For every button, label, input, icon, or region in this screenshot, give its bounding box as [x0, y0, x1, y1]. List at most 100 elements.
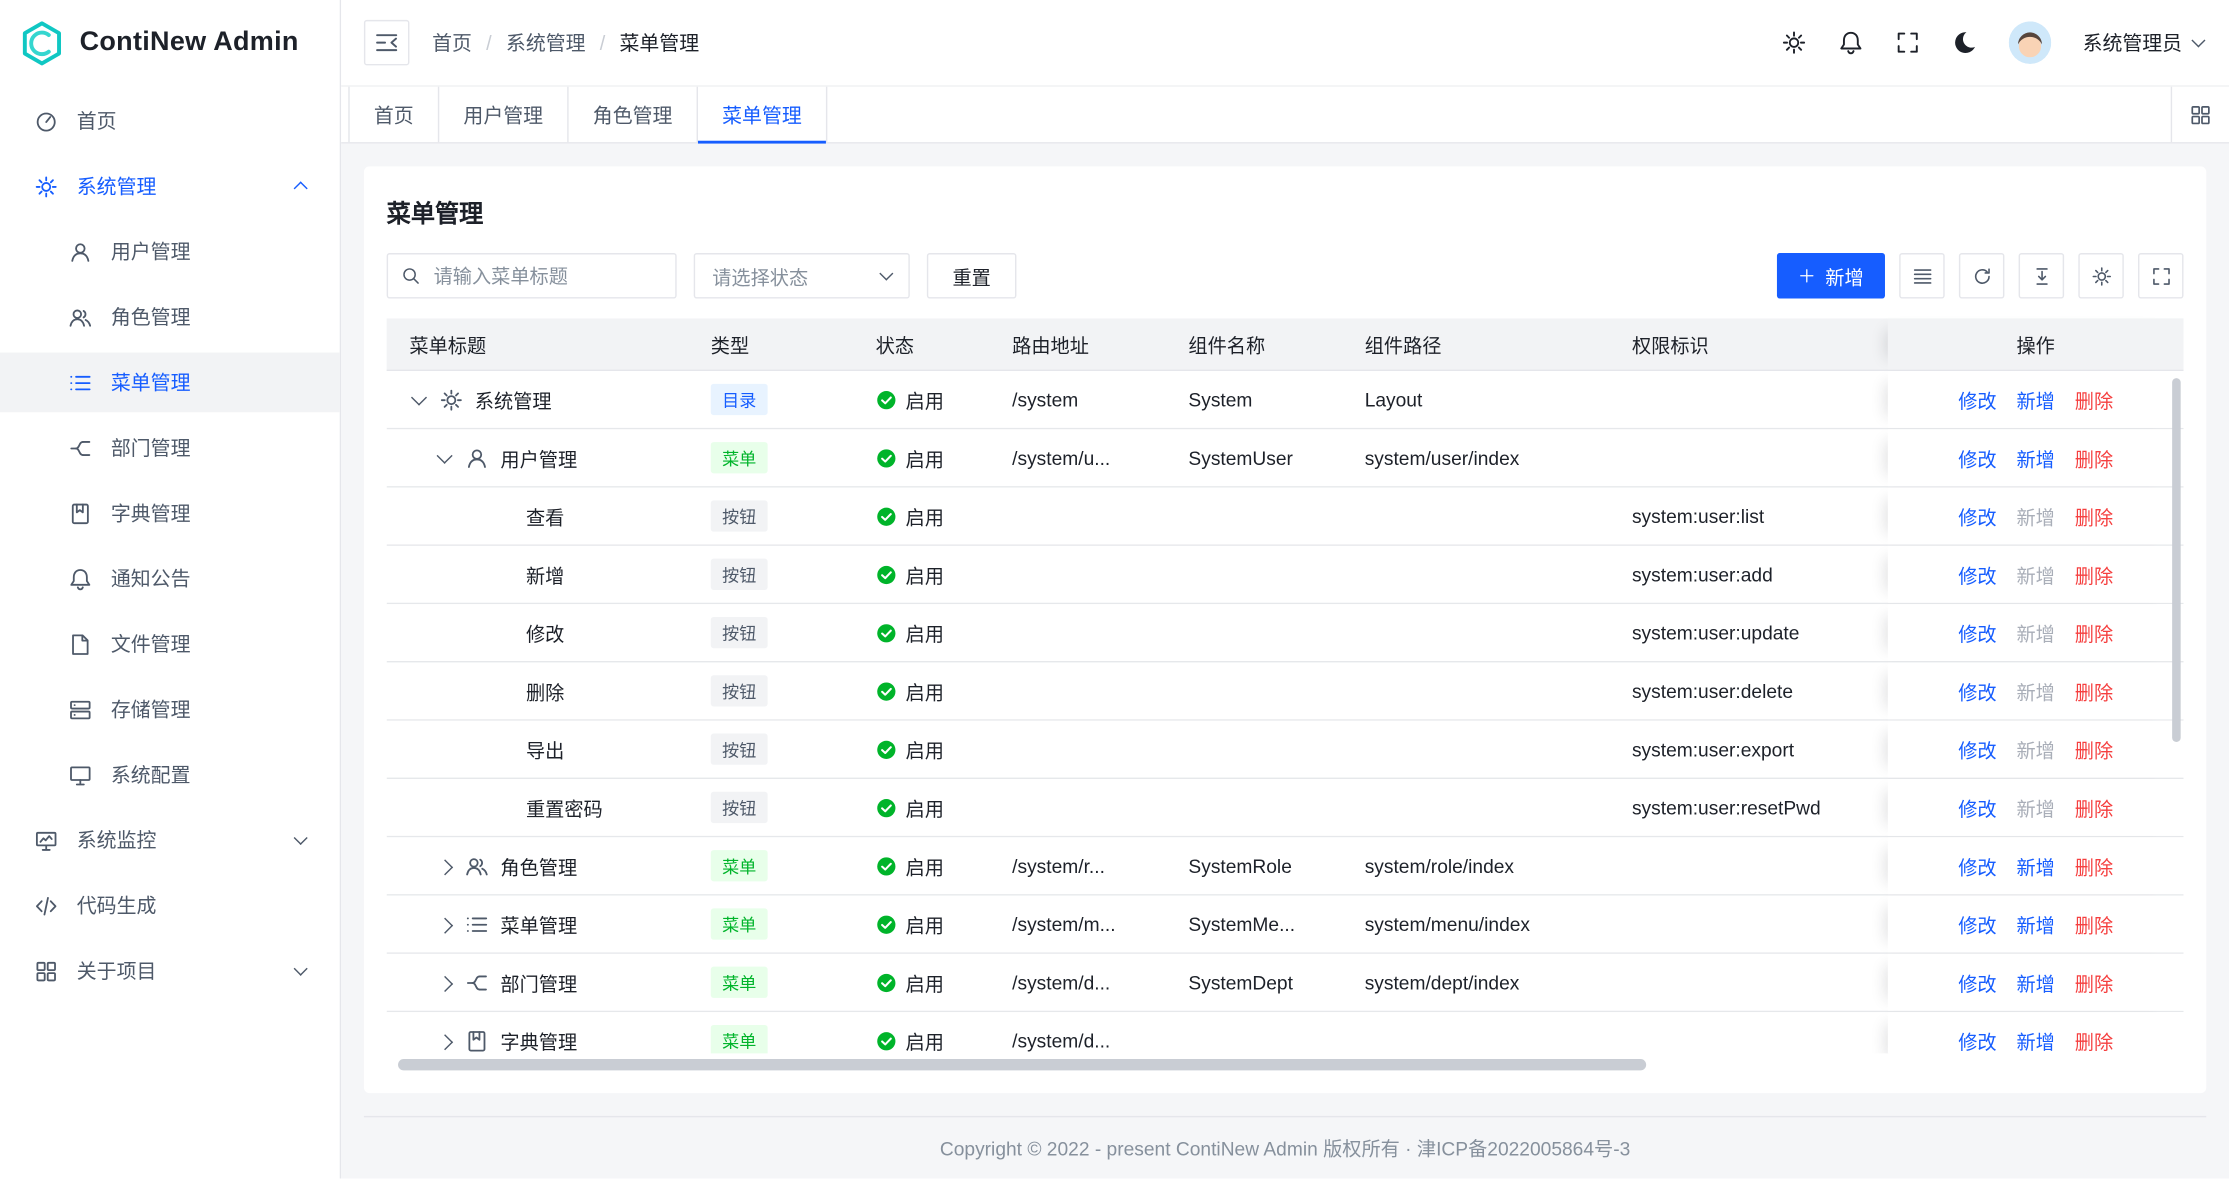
expand-toggle[interactable] — [409, 390, 427, 408]
tab-actions-button[interactable] — [2171, 87, 2229, 142]
add-link[interactable]: 新增 — [2016, 502, 2054, 530]
delete-link[interactable]: 删除 — [2075, 735, 2113, 763]
delete-link[interactable]: 删除 — [2075, 502, 2113, 530]
tab-user-management[interactable]: 用户管理 — [439, 87, 568, 142]
add-link[interactable]: 新增 — [2016, 618, 2054, 646]
delete-link[interactable]: 删除 — [2075, 910, 2113, 938]
sidebar-item-notice[interactable]: 通知公告 — [0, 549, 340, 609]
dark-mode-moon-icon[interactable] — [1952, 30, 1978, 56]
code-icon — [34, 893, 58, 917]
delete-link[interactable]: 删除 — [2075, 560, 2113, 588]
sidebar-item-role-management[interactable]: 角色管理 — [0, 287, 340, 347]
edit-link[interactable]: 修改 — [1958, 444, 1996, 472]
sidebar-item-dept-management[interactable]: 部门管理 — [0, 418, 340, 478]
row-type-icon — [490, 795, 514, 819]
edit-link[interactable]: 修改 — [1958, 735, 1996, 763]
column-header-component: 组件名称 — [1166, 318, 1342, 369]
edit-link[interactable]: 修改 — [1958, 968, 1996, 996]
density-button[interactable] — [1899, 253, 1944, 298]
delete-link[interactable]: 删除 — [2075, 618, 2113, 646]
user-menu[interactable]: 系统管理员 — [2083, 28, 2207, 56]
add-link[interactable]: 新增 — [2016, 793, 2054, 821]
search-input[interactable] — [387, 253, 677, 298]
settings-icon[interactable] — [1781, 30, 1807, 56]
add-link[interactable]: 新增 — [2016, 677, 2054, 705]
sidebar-item-system-monitor[interactable]: 系统监控 — [0, 810, 340, 870]
tab-role-management[interactable]: 角色管理 — [569, 87, 698, 142]
sidebar-item-storage-management[interactable]: 存储管理 — [0, 680, 340, 740]
delete-link[interactable]: 删除 — [2075, 968, 2113, 996]
export-button[interactable] — [2019, 253, 2064, 298]
horizontal-scrollbar[interactable] — [398, 1059, 1646, 1070]
sidebar-item-code-generation[interactable]: 代码生成 — [0, 876, 340, 936]
edit-link[interactable]: 修改 — [1958, 910, 1996, 938]
permission-key — [1609, 896, 1888, 953]
add-button[interactable]: 新增 — [1777, 253, 1885, 298]
vertical-scrollbar[interactable] — [2172, 378, 2181, 742]
expand-toggle[interactable] — [435, 973, 453, 991]
delete-link[interactable]: 删除 — [2075, 793, 2113, 821]
breadcrumb-home[interactable]: 首页 — [432, 28, 472, 56]
delete-link[interactable]: 删除 — [2075, 852, 2113, 880]
fullscreen-icon[interactable] — [1895, 30, 1921, 56]
expand-toggle[interactable] — [435, 915, 453, 933]
tab-home[interactable]: 首页 — [348, 87, 439, 142]
edit-link[interactable]: 修改 — [1958, 1026, 1996, 1053]
add-link[interactable]: 新增 — [2016, 910, 2054, 938]
delete-link[interactable]: 删除 — [2075, 444, 2113, 472]
permission-key: system:user:add — [1609, 546, 1888, 603]
status-label: 启用 — [906, 793, 944, 821]
sidebar-item-label: 字典管理 — [111, 499, 191, 527]
edit-link[interactable]: 修改 — [1958, 852, 1996, 880]
sidebar-item-system-management[interactable]: 系统管理 — [0, 156, 340, 216]
status-select[interactable]: 请选择状态 — [694, 253, 910, 298]
sidebar-item-label: 角色管理 — [111, 303, 191, 331]
add-link[interactable]: 新增 — [2016, 852, 2054, 880]
menu-title: 部门管理 — [500, 968, 577, 996]
breadcrumb-system[interactable]: 系统管理 — [506, 28, 586, 56]
component-path — [1342, 662, 1609, 719]
sidebar-item-menu-management[interactable]: 菜单管理 — [0, 353, 340, 413]
expand-toggle[interactable] — [435, 1031, 453, 1049]
edit-link[interactable]: 修改 — [1958, 385, 1996, 413]
add-link[interactable]: 新增 — [2016, 444, 2054, 472]
app-logo[interactable]: ContiNew Admin — [0, 0, 340, 85]
reset-button[interactable]: 重置 — [927, 253, 1017, 298]
sidebar-item-about-project[interactable]: 关于项目 — [0, 941, 340, 1001]
sidebar-item-dict-management[interactable]: 字典管理 — [0, 483, 340, 543]
delete-link[interactable]: 删除 — [2075, 385, 2113, 413]
monitor-icon — [34, 828, 58, 852]
delete-link[interactable]: 删除 — [2075, 1026, 2113, 1053]
notification-bell-icon[interactable] — [1838, 30, 1864, 56]
menu-fold-button[interactable] — [364, 20, 409, 65]
storage-icon — [68, 697, 92, 721]
edit-link[interactable]: 修改 — [1958, 560, 1996, 588]
table-row: 新增 按钮 启用 system:user:add 修改 新增 删除 — [387, 546, 2184, 604]
refresh-button[interactable] — [1959, 253, 2004, 298]
edit-link[interactable]: 修改 — [1958, 793, 1996, 821]
add-link[interactable]: 新增 — [2016, 1026, 2054, 1053]
tab-menu-management[interactable]: 菜单管理 — [698, 87, 827, 142]
sidebar-item-user-management[interactable]: 用户管理 — [0, 222, 340, 282]
expand-toggle[interactable] — [435, 856, 453, 874]
sidebar-item-home[interactable]: 首页 — [0, 91, 340, 151]
edit-link[interactable]: 修改 — [1958, 677, 1996, 705]
row-type-icon — [490, 562, 514, 586]
edit-link[interactable]: 修改 — [1958, 502, 1996, 530]
user-avatar[interactable] — [2009, 21, 2052, 64]
delete-link[interactable]: 删除 — [2075, 677, 2113, 705]
add-link[interactable]: 新增 — [2016, 968, 2054, 996]
edit-link[interactable]: 修改 — [1958, 618, 1996, 646]
status-label: 启用 — [906, 618, 944, 646]
plus-icon — [1798, 267, 1815, 284]
add-link[interactable]: 新增 — [2016, 385, 2054, 413]
add-link[interactable]: 新增 — [2016, 560, 2054, 588]
route-path: /system/r... — [989, 837, 1165, 894]
table-fullscreen-button[interactable] — [2138, 253, 2183, 298]
expand-toggle[interactable] — [435, 449, 453, 467]
footer-copyright: Copyright © 2022 - present ContiNew Admi… — [364, 1116, 2206, 1176]
add-link[interactable]: 新增 — [2016, 735, 2054, 763]
sidebar-item-file-management[interactable]: 文件管理 — [0, 614, 340, 674]
column-settings-button[interactable] — [2078, 253, 2123, 298]
sidebar-item-system-config[interactable]: 系统配置 — [0, 745, 340, 805]
